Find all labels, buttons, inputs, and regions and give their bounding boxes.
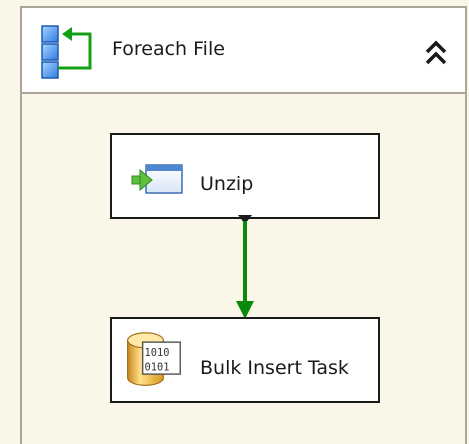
container-header[interactable]: Foreach File [22,8,465,94]
double-chevron-up-icon[interactable] [420,36,452,68]
svg-text:0101: 0101 [145,361,170,373]
foreach-loop-icon [41,25,92,79]
task-label: Unzip [200,173,254,195]
execute-process-icon [131,164,183,194]
svg-text:1010: 1010 [145,347,170,359]
bulk-insert-database-icon: 1010 0101 [127,332,181,386]
success-precedence-connector[interactable] [230,215,260,321]
task-bulk-insert[interactable]: 1010 0101 Bulk Insert Task [110,317,380,403]
container-title: Foreach File [112,38,225,60]
task-label: Bulk Insert Task [200,357,349,379]
task-unzip[interactable]: Unzip [110,133,380,219]
